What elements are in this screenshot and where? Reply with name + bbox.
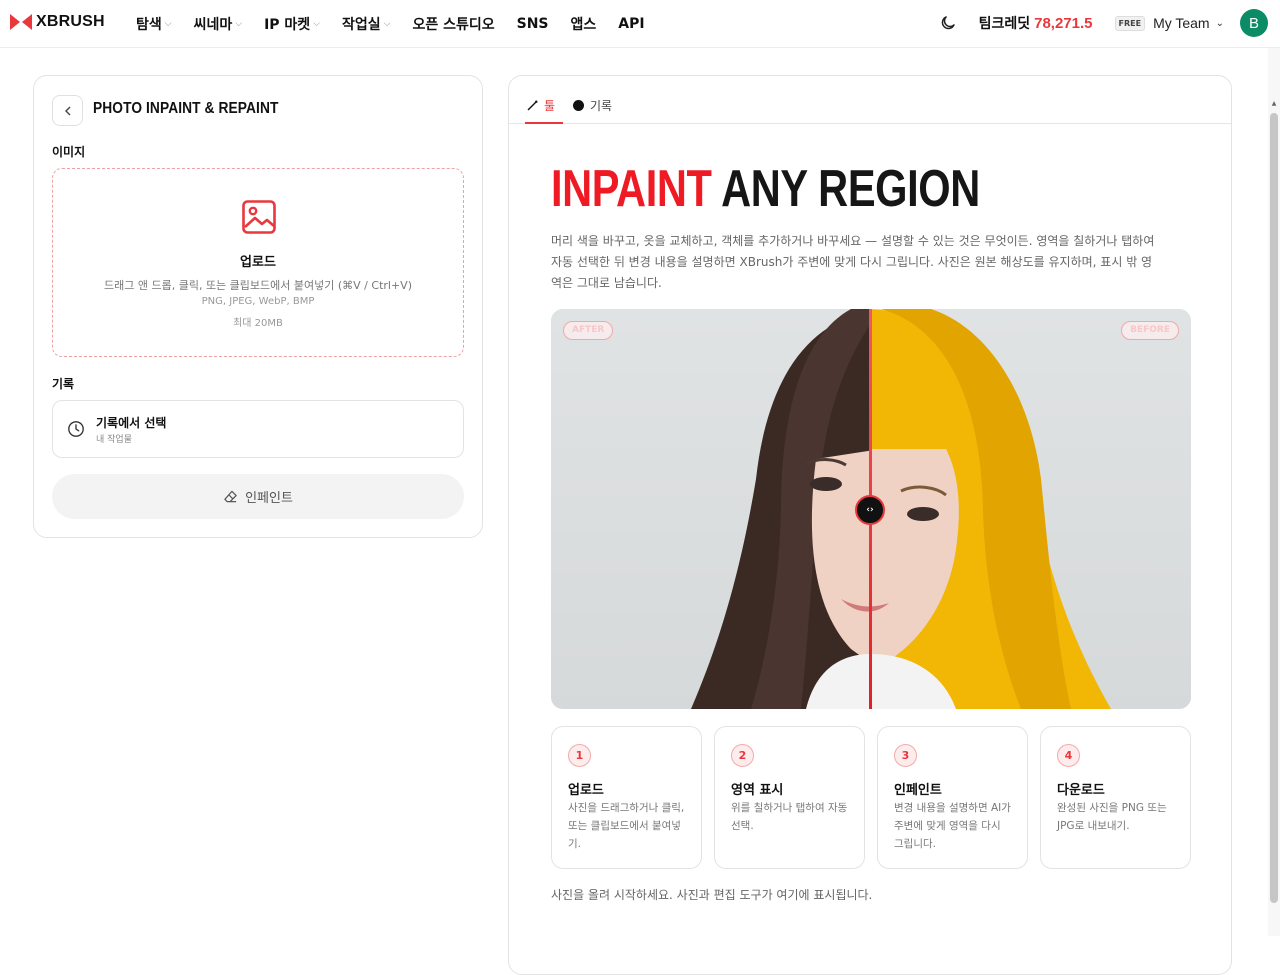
hero-description: 머리 색을 바꾸고, 옷을 교체하고, 객체를 추가하거나 바꾸세요 — 설명할…	[551, 234, 1155, 290]
scroll-up-arrow-icon[interactable]: ▲	[1270, 100, 1278, 108]
logo-text: XBRUSH	[36, 13, 105, 30]
chevron-down-icon[interactable]: ⌄	[1216, 18, 1224, 29]
nav-item-explore[interactable]: 탐색 ⌵	[136, 14, 172, 34]
eraser-icon	[224, 490, 237, 503]
step-description: 변경 내용을 설명하면 AI가 주변에 맞게 영역을 다시 그립니다.	[894, 802, 1011, 850]
tab-tools-label: 툴	[544, 99, 556, 113]
steps-list: 1 업로드 사진을 드래그하거나 클릭, 또는 클립보드에서 붙여넣기. 2 영…	[551, 726, 1191, 869]
nav-item-studio[interactable]: 작업실 ⌵	[342, 14, 390, 34]
chevron-down-icon: ⌵	[313, 19, 320, 29]
before-badge: BEFORE	[1121, 321, 1179, 340]
chevron-down-icon: ⌵	[235, 19, 243, 29]
header-actions: 팀크레딧 78,271.5 FREE My Team ⌄ B	[939, 9, 1268, 37]
plan-badge: FREE	[1114, 15, 1146, 31]
record-dot-icon	[573, 100, 584, 111]
upload-title: 업로드	[240, 255, 276, 270]
upload-max-size: 최대 20MB	[233, 318, 283, 329]
step-description: 위를 칠하거나 탭하여 자동 선택.	[731, 802, 848, 832]
nav-label: 씨네마	[193, 17, 233, 33]
panel-title: PHOTO INPAINT & REPAINT	[93, 100, 279, 117]
hero-title-rest: ANY REGION	[721, 160, 980, 218]
after-badge: AFTER	[563, 321, 614, 340]
xbrush-logo-icon	[10, 14, 32, 30]
page-scrollbar[interactable]: ▲	[1268, 48, 1280, 936]
chevron-left-right-icon: ‹›	[866, 505, 874, 515]
main-nav: 탐색 ⌵ 씨네마 ⌵ IP 마켓 ⌵ 작업실 ⌵ 오픈 스튜디오 SNS 앱스 API	[136, 14, 645, 34]
nav-item-api[interactable]: API	[618, 14, 644, 34]
logo[interactable]: XBRUSH	[10, 13, 105, 31]
nav-item-sns[interactable]: SNS	[517, 14, 549, 34]
team-credit-value: 78,271.5	[1034, 14, 1093, 32]
chevron-down-icon: ⌵	[164, 19, 172, 29]
tab-bar: 툴 기록	[509, 76, 1231, 124]
scrollbar-thumb[interactable]	[1270, 113, 1278, 903]
step-description: 사진을 드래그하거나 클릭, 또는 클립보드에서 붙여넣기.	[568, 802, 685, 850]
back-button[interactable]	[52, 95, 83, 126]
team-selector[interactable]: My Team	[1153, 15, 1210, 31]
step-description: 완성된 사진을 PNG 또는 JPG로 내보내기.	[1057, 802, 1167, 832]
hero-title-accent: INPAINT	[551, 160, 712, 218]
upload-formats: PNG, JPEG, WebP, BMP	[201, 296, 315, 307]
team-credit-label: 팀크레딧	[978, 16, 1031, 32]
inpaint-button[interactable]: 인페인트	[52, 474, 464, 519]
history-select-button[interactable]: 기록에서 선택 내 작업물	[52, 400, 464, 458]
step-card: 3 인페인트 변경 내용을 설명하면 AI가 주변에 맞게 영역을 다시 그립니…	[877, 726, 1028, 869]
wand-icon	[527, 100, 538, 111]
empty-state-hint: 사진을 올려 시작하세요. 사진과 편집 도구가 여기에 표시됩니다.	[551, 888, 873, 902]
image-section-label: 이미지	[52, 145, 86, 159]
nav-label: IP 마켓	[264, 17, 311, 33]
nav-item-cinema[interactable]: 씨네마 ⌵	[194, 14, 242, 34]
moon-icon[interactable]	[939, 14, 957, 32]
step-number: 1	[568, 744, 591, 767]
history-select-subtitle: 내 작업물	[96, 435, 132, 445]
step-title: 영역 표시	[731, 783, 784, 798]
avatar[interactable]: B	[1240, 9, 1268, 37]
tab-history[interactable]: 기록	[573, 97, 612, 114]
step-title: 업로드	[568, 783, 604, 798]
active-tab-indicator	[525, 122, 563, 124]
hero-title: INPAINT ANY REGION	[551, 161, 980, 217]
step-number: 2	[731, 744, 754, 767]
step-number: 4	[1057, 744, 1080, 767]
nav-label: API	[618, 16, 645, 32]
nav-label: SNS	[516, 16, 549, 32]
step-number: 3	[894, 744, 917, 767]
nav-label: 탐색	[136, 17, 162, 33]
inpaint-button-label: 인페인트	[245, 491, 293, 506]
nav-item-apps[interactable]: 앱스	[571, 14, 597, 34]
right-panel: 툴 기록 INPAINT ANY REGION 머리 색을 바꾸고, 옷을 교체…	[508, 75, 1232, 975]
nav-label: 작업실	[342, 17, 381, 33]
image-icon	[242, 200, 276, 234]
comparison-slider-handle[interactable]: ‹›	[855, 495, 885, 525]
history-select-title: 기록에서 선택	[96, 416, 167, 430]
upload-description: 드래그 앤 드롭, 클릭, 또는 클립보드에서 붙여넣기 (⌘V / Ctrl+…	[104, 279, 412, 292]
step-card: 1 업로드 사진을 드래그하거나 클릭, 또는 클립보드에서 붙여넣기.	[551, 726, 702, 869]
chevron-left-icon	[64, 106, 70, 115]
upload-dropzone[interactable]: 업로드 드래그 앤 드롭, 클릭, 또는 클립보드에서 붙여넣기 (⌘V / C…	[52, 168, 464, 357]
before-after-comparison[interactable]: AFTER BEFORE ‹›	[551, 309, 1191, 709]
step-title: 인페인트	[894, 783, 942, 798]
step-title: 다운로드	[1057, 783, 1105, 798]
nav-item-ip-market[interactable]: IP 마켓 ⌵	[264, 14, 320, 34]
nav-item-open-studio[interactable]: 오픈 스튜디오	[412, 14, 494, 34]
tab-history-label: 기록	[590, 99, 613, 113]
nav-label: 앱스	[570, 17, 597, 33]
top-navigation-bar: XBRUSH 탐색 ⌵ 씨네마 ⌵ IP 마켓 ⌵ 작업실 ⌵ 오픈 스튜디오 SNS …	[0, 0, 1280, 48]
tab-tools[interactable]: 툴	[527, 97, 555, 114]
step-card: 2 영역 표시 위를 칠하거나 탭하여 자동 선택.	[714, 726, 865, 869]
step-card: 4 다운로드 완성된 사진을 PNG 또는 JPG로 내보내기.	[1040, 726, 1191, 869]
nav-label: 오픈 스튜디오	[412, 17, 495, 33]
chevron-down-icon: ⌵	[383, 19, 391, 29]
history-section-label: 기록	[52, 377, 75, 391]
clock-icon	[68, 421, 84, 437]
left-panel: PHOTO INPAINT & REPAINT 이미지 업로드 드래그 앤 드롭…	[33, 75, 483, 538]
